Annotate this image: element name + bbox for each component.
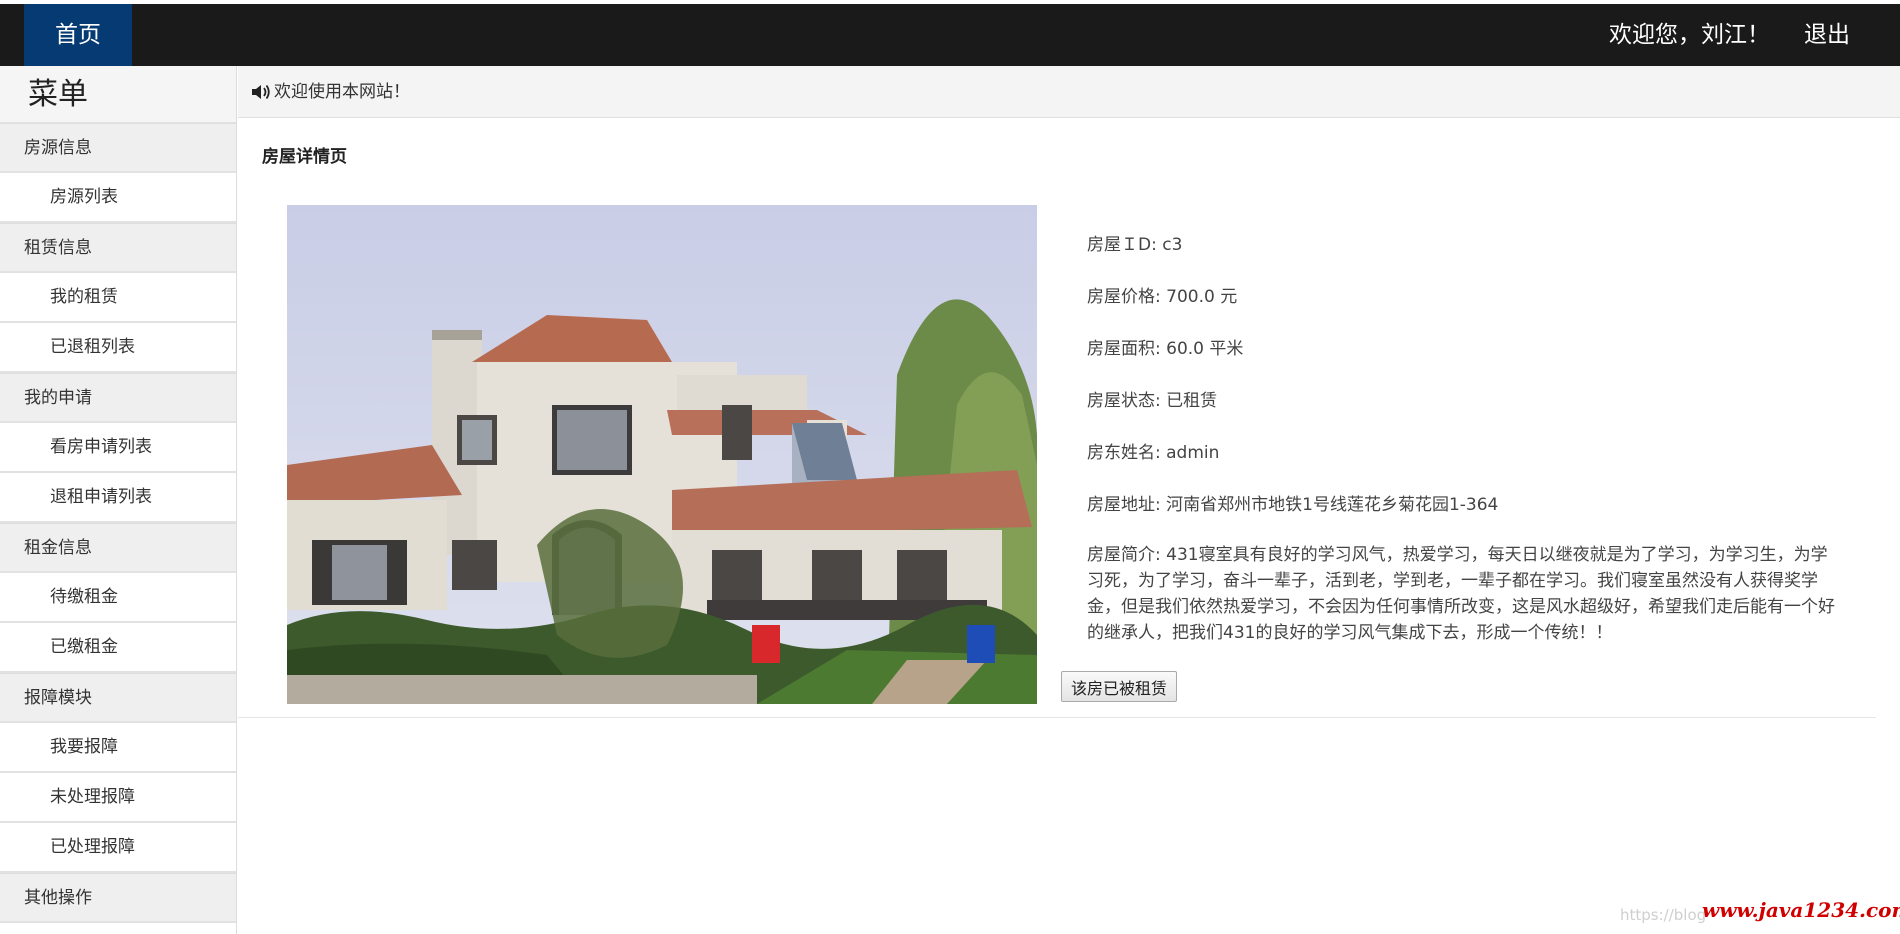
sidebar-menu: 菜单 房源信息 房源列表 租赁信息 我的租赁 已退租列表 我的申请 看房申请列表 退租申请列表… <box>0 66 237 934</box>
sidebar-group-header[interactable]: 租金信息 <box>0 523 236 573</box>
sidebar-entries: 房源信息 房源列表 租赁信息 我的租赁 已退租列表 我的申请 看房申请列表 退租申请列表 租金信… <box>0 123 236 923</box>
sidebar-item[interactable]: 我要报障 <box>0 723 236 773</box>
sidebar-item[interactable]: 已处理报障 <box>0 823 236 873</box>
sidebar-item[interactable]: 我的租赁 <box>0 273 236 323</box>
blog-watermark: https://blog <box>1620 906 1707 924</box>
sidebar-group-header[interactable]: 房源信息 <box>0 123 236 173</box>
sidebar-item[interactable]: 已缴租金 <box>0 623 236 673</box>
site-watermark: www.java1234.com <box>1702 898 1900 922</box>
sidebar-item[interactable]: 待缴租金 <box>0 573 236 623</box>
sidebar-group-header[interactable]: 其他操作 <box>0 873 236 923</box>
sidebar-item[interactable]: 房源列表 <box>0 173 236 223</box>
house-price: 房屋价格: 700.0 元 <box>1087 287 1238 307</box>
sidebar-title: 菜单 <box>0 66 236 123</box>
page-title: 房屋详情页 <box>262 147 347 167</box>
house-area: 房屋面积: 60.0 平米 <box>1087 339 1244 359</box>
house-photo <box>287 205 1037 704</box>
house-owner: 房东姓名: admin <box>1087 443 1220 463</box>
notice-bar: 欢迎使用本网站！ <box>238 66 1900 118</box>
home-nav-button[interactable]: 首页 <box>24 4 132 66</box>
house-details: 房屋ＩD: c3 房屋价格: 700.0 元 房屋面积: 60.0 平米 房屋状… <box>1087 230 1837 646</box>
house-status: 房屋状态: 已租赁 <box>1087 391 1218 411</box>
sidebar-group-header[interactable]: 报障模块 <box>0 673 236 723</box>
welcome-user-text: 欢迎您，刘江！ <box>1609 22 1770 48</box>
sidebar-item[interactable]: 已退租列表 <box>0 323 236 373</box>
sidebar-group-header[interactable]: 租赁信息 <box>0 223 236 273</box>
logout-link[interactable]: 退出 <box>1804 4 1850 66</box>
notice-text: 欢迎使用本网站！ <box>274 82 410 102</box>
house-address: 房屋地址: 河南省郑州市地铁1号线莲花乡菊花园1-364 <box>1087 495 1499 515</box>
house-id: 房屋ＩD: c3 <box>1087 235 1183 255</box>
house-detail-panel: 房屋详情页 房屋ＩD: c3 房屋价格: 700.0 元 房屋面积: 60.0 … <box>238 118 1876 718</box>
top-navbar: 首页 欢迎您，刘江！ 退出 <box>0 4 1900 66</box>
sidebar-item[interactable]: 未处理报障 <box>0 773 236 823</box>
speaker-icon <box>252 84 270 100</box>
sidebar-item[interactable]: 退租申请列表 <box>0 473 236 523</box>
rented-status-button[interactable]: 该房已被租赁 <box>1061 671 1178 702</box>
sidebar-item[interactable]: 看房申请列表 <box>0 423 236 473</box>
house-description: 房屋简介: 431寝室具有良好的学习风气，热爱学习，每天日以继夜就是为了学习，为… <box>1087 545 1835 643</box>
sidebar-group-header[interactable]: 我的申请 <box>0 373 236 423</box>
